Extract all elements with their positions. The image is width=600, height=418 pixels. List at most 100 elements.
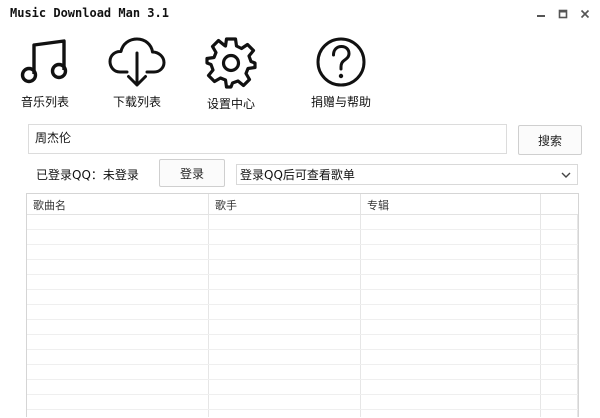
- table-cell: [209, 365, 361, 379]
- table-cell: [27, 365, 209, 379]
- search-button-label: 搜索: [537, 133, 562, 148]
- table-cell: [27, 290, 209, 304]
- table-cell: [27, 350, 209, 364]
- table-cell: [209, 395, 361, 409]
- table-row[interactable]: [27, 275, 578, 290]
- table-row[interactable]: [27, 320, 578, 335]
- table-cell: [209, 275, 361, 289]
- search-input[interactable]: 周杰伦: [28, 124, 507, 154]
- toolbar-label: 设置中心: [206, 97, 255, 111]
- table-cell: [209, 245, 361, 259]
- table-cell: [209, 305, 361, 319]
- table-cell: [27, 305, 209, 319]
- column-header-song-name[interactable]: 歌曲名: [27, 194, 209, 214]
- cloud-download-icon: [108, 37, 166, 87]
- table-row[interactable]: [27, 305, 578, 320]
- table-cell: [541, 365, 578, 379]
- table-cell: [209, 380, 361, 394]
- table-cell: [361, 380, 541, 394]
- table-cell: [209, 215, 361, 229]
- column-header-album[interactable]: 专辑: [361, 194, 541, 214]
- song-table: 歌曲名 歌手 专辑: [26, 193, 579, 417]
- table-cell: [361, 305, 541, 319]
- table-cell: [361, 350, 541, 364]
- toolbar-download-list[interactable]: 下载列表: [104, 36, 170, 112]
- close-icon: [580, 9, 590, 19]
- table-cell: [541, 245, 578, 259]
- table-cell: [27, 380, 209, 394]
- login-status: 已登录QQ：未登录: [36, 168, 139, 182]
- table-cell: [27, 215, 209, 229]
- table-cell: [209, 410, 361, 417]
- table-cell: [361, 290, 541, 304]
- close-button[interactable]: [575, 4, 595, 24]
- music-note-icon: [20, 39, 68, 84]
- table-header: 歌曲名 歌手 专辑: [27, 194, 578, 215]
- table-cell: [209, 320, 361, 334]
- table-cell: [541, 305, 578, 319]
- login-button-label: 登录: [179, 166, 204, 181]
- search-button[interactable]: 搜索: [518, 125, 582, 155]
- toolbar-donate-help[interactable]: 捐赠与帮助: [304, 36, 378, 112]
- toolbar-label: 音乐列表: [20, 95, 69, 109]
- table-cell: [361, 365, 541, 379]
- table-row[interactable]: [27, 395, 578, 410]
- table-body: [27, 215, 578, 417]
- table-cell: [27, 335, 209, 349]
- table-cell: [541, 410, 578, 417]
- toolbar-settings[interactable]: 设置中心: [198, 36, 264, 112]
- table-cell: [361, 335, 541, 349]
- table-cell: [541, 230, 578, 244]
- table-cell: [361, 215, 541, 229]
- table-cell: [209, 350, 361, 364]
- maximize-icon: [558, 9, 568, 19]
- table-cell: [27, 230, 209, 244]
- toolbar-label: 下载列表: [112, 95, 161, 109]
- table-row[interactable]: [27, 245, 578, 260]
- table-cell: [27, 410, 209, 417]
- table-cell: [361, 395, 541, 409]
- table-cell: [541, 395, 578, 409]
- table-cell: [209, 230, 361, 244]
- table-cell: [541, 350, 578, 364]
- login-button[interactable]: 登录: [159, 159, 225, 187]
- table-cell: [361, 260, 541, 274]
- table-row[interactable]: [27, 335, 578, 350]
- column-header-extra[interactable]: [541, 194, 578, 214]
- table-cell: [361, 245, 541, 259]
- table-row[interactable]: [27, 215, 578, 230]
- playlist-select-value: 登录QQ后可查看歌单: [240, 168, 355, 182]
- table-row[interactable]: [27, 410, 578, 417]
- table-cell: [361, 230, 541, 244]
- column-header-artist[interactable]: 歌手: [209, 194, 361, 214]
- table-row[interactable]: [27, 365, 578, 380]
- table-cell: [541, 335, 578, 349]
- table-cell: [541, 215, 578, 229]
- table-cell: [27, 395, 209, 409]
- table-cell: [27, 275, 209, 289]
- title-bar: Music Download Man 3.1: [0, 0, 600, 28]
- table-cell: [361, 320, 541, 334]
- table-cell: [361, 275, 541, 289]
- minimize-button[interactable]: [531, 4, 551, 24]
- table-cell: [27, 260, 209, 274]
- maximize-button[interactable]: [553, 4, 573, 24]
- table-cell: [27, 245, 209, 259]
- table-row[interactable]: [27, 290, 578, 305]
- table-row[interactable]: [27, 380, 578, 395]
- table-row[interactable]: [27, 230, 578, 245]
- toolbar-music-list[interactable]: 音乐列表: [12, 36, 78, 112]
- table-row[interactable]: [27, 260, 578, 275]
- table-cell: [209, 335, 361, 349]
- question-mark-icon: [316, 37, 366, 87]
- table-cell: [209, 290, 361, 304]
- table-cell: [541, 290, 578, 304]
- table-cell: [541, 275, 578, 289]
- table-cell: [541, 260, 578, 274]
- toolbar-label: 捐赠与帮助: [310, 95, 371, 109]
- playlist-select[interactable]: 登录QQ后可查看歌单: [236, 164, 578, 185]
- table-cell: [209, 260, 361, 274]
- table-cell: [27, 320, 209, 334]
- table-cell: [361, 410, 541, 417]
- table-row[interactable]: [27, 350, 578, 365]
